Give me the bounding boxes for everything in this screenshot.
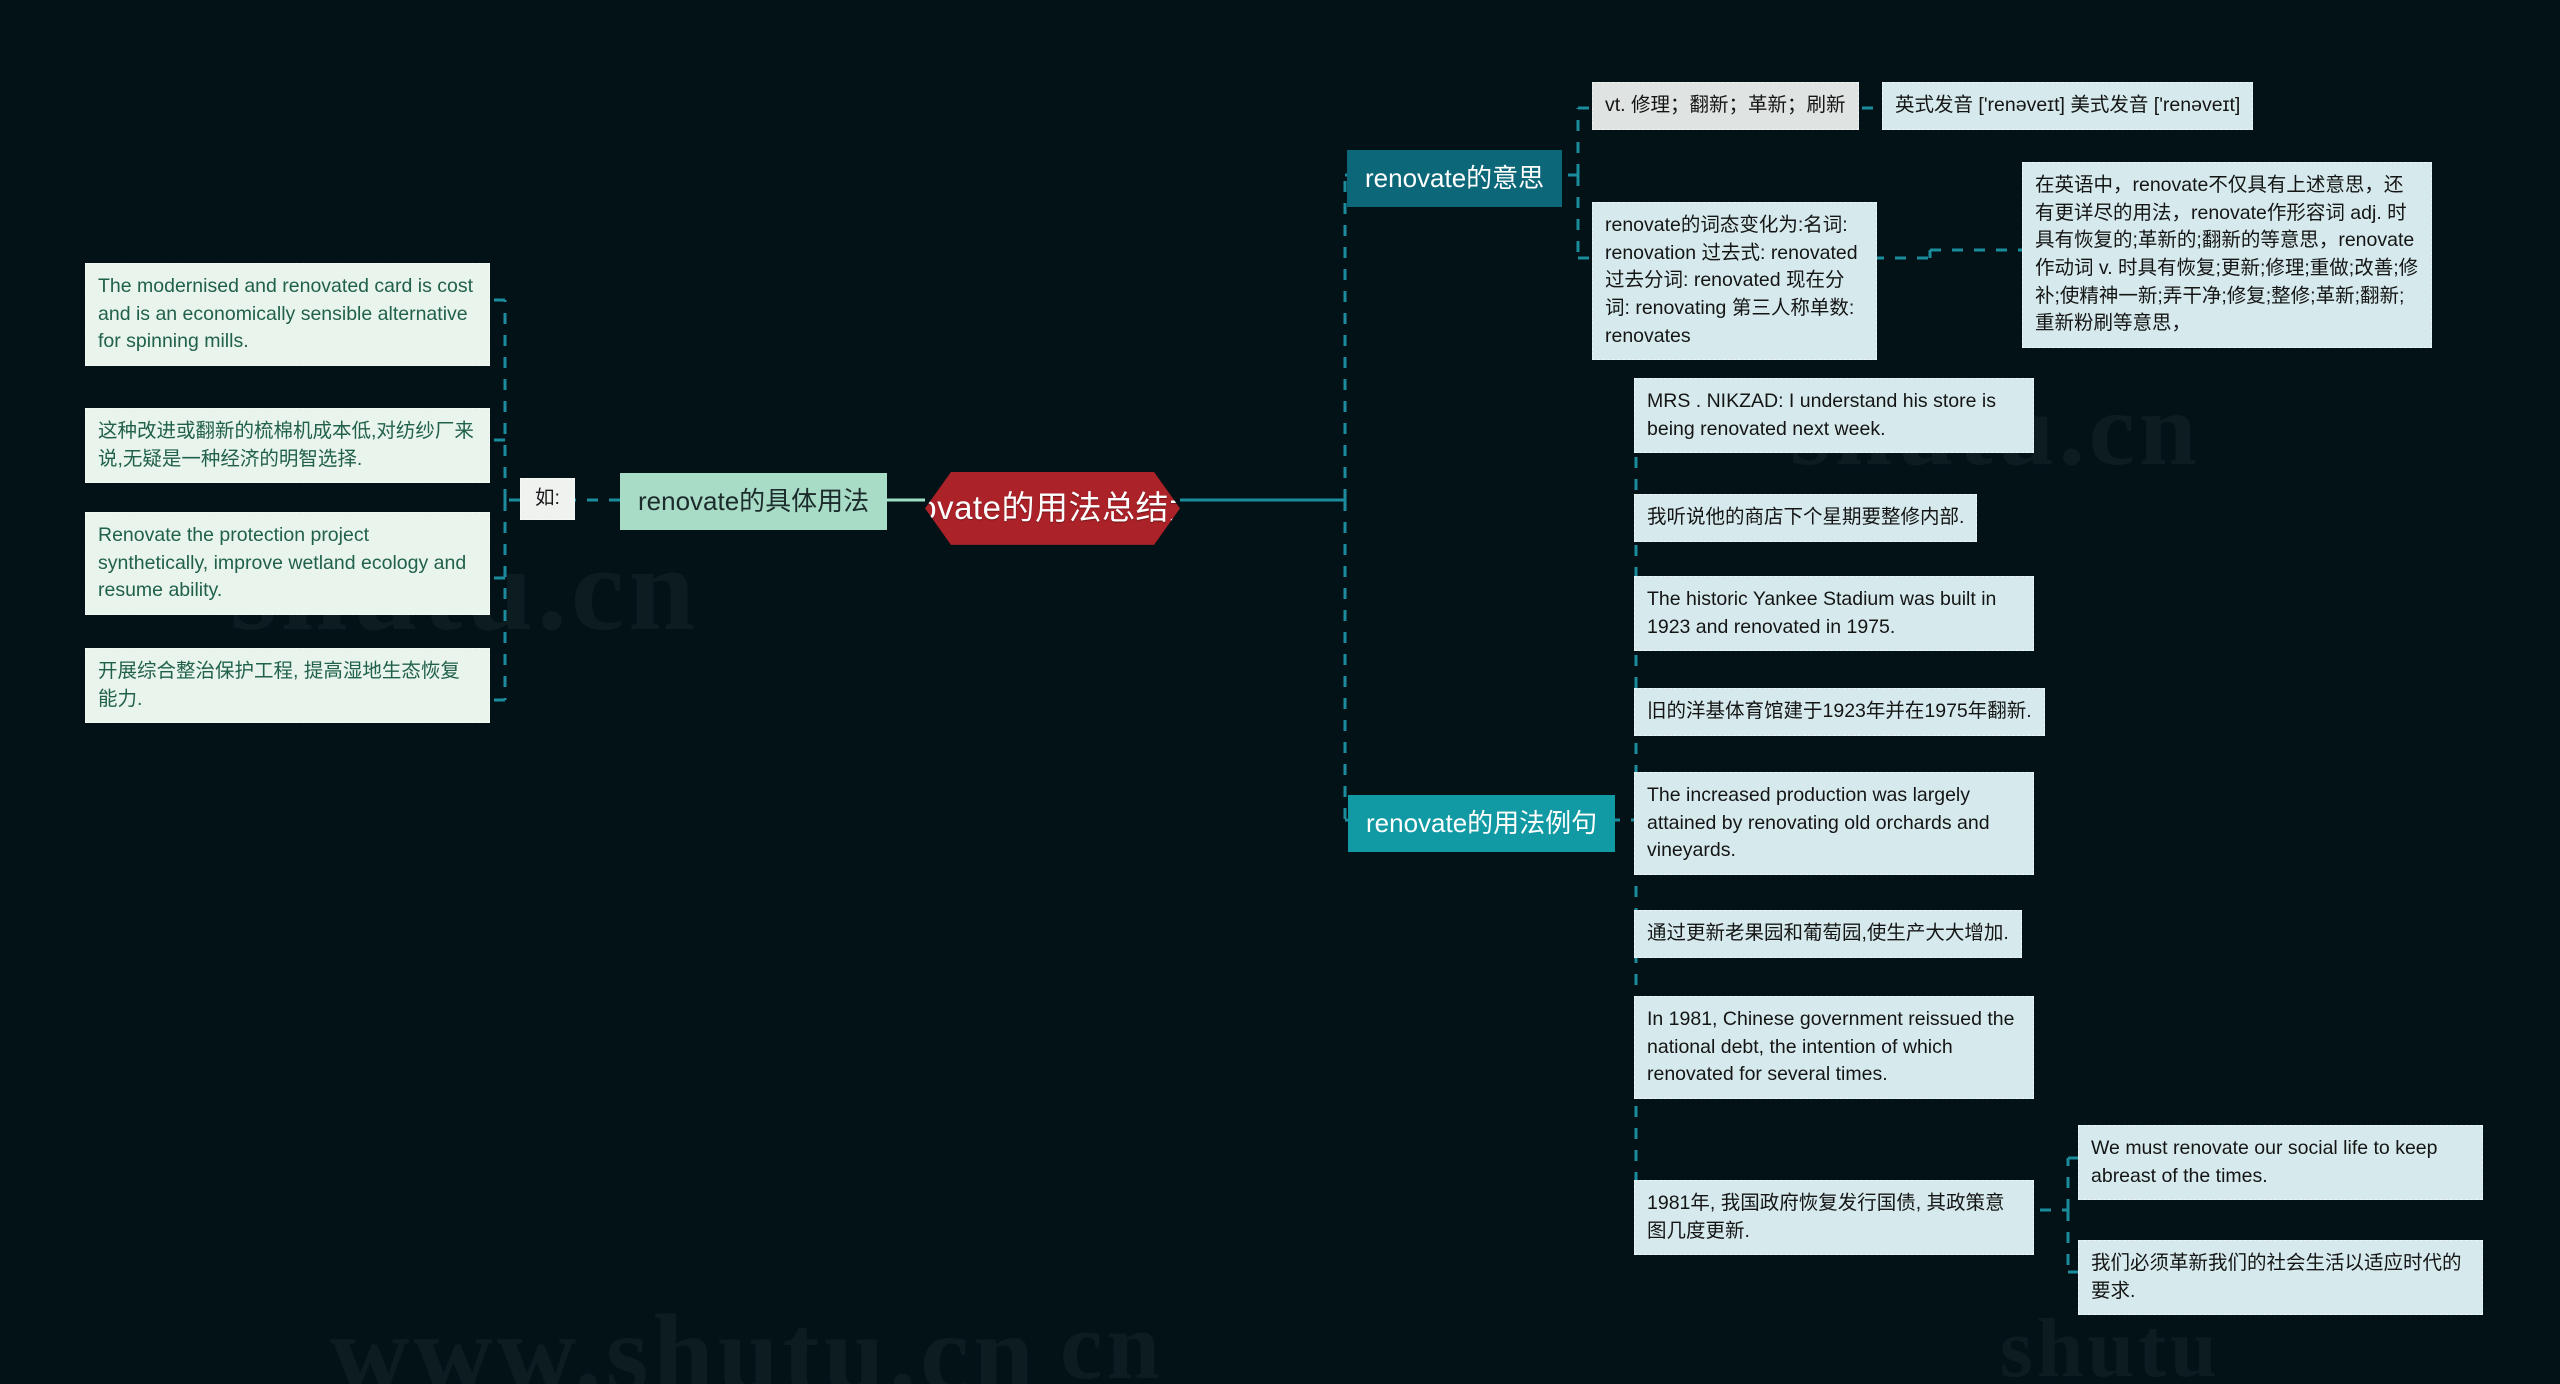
leaf-specific-example-zh-1[interactable]: 这种改进或翻新的梳棉机成本低,对纺纱厂来说,无疑是一种经济的明智选择. xyxy=(85,408,490,484)
leaf-sentence-5-zh[interactable]: 我们必须革新我们的社会生活以适应时代的要求. xyxy=(2078,1240,2483,1316)
leaf-specific-example-en-2[interactable]: Renovate the protection project syntheti… xyxy=(85,512,490,616)
leaf-sentence-4[interactable]: In 1981, Chinese government reissued the… xyxy=(1634,996,2034,1100)
leaf-detailed-usage[interactable]: 在英语中，renovate不仅具有上述意思，还有更详尽的用法，renovate作… xyxy=(2022,162,2432,349)
leaf-sentence-4-zh[interactable]: 1981年, 我国政府恢复发行国债, 其政策意图几度更新. xyxy=(1634,1180,2034,1256)
leaf-morphology[interactable]: renovate的词态变化为:名词: renovation 过去式: renov… xyxy=(1592,202,1877,361)
mindmap-canvas: shutu.cn shutu.cn www.shutu.cn shutu cn xyxy=(0,0,2560,1384)
leaf-sentence-2[interactable]: The historic Yankee Stadium was built in… xyxy=(1634,576,2034,652)
root-node[interactable]: renovate的用法总结大全 xyxy=(925,472,1180,545)
branch-specific-usage[interactable]: renovate的具体用法 xyxy=(620,473,888,530)
watermark: www.shutu.cn xyxy=(330,1290,1038,1384)
watermark: cn xyxy=(1060,1290,1164,1384)
branch-renovate-meaning[interactable]: renovate的意思 xyxy=(1347,150,1563,207)
leaf-sentence-3-zh[interactable]: 通过更新老果园和葡萄园,使生产大大增加. xyxy=(1634,910,2022,958)
leaf-sentence-5[interactable]: We must renovate our social life to keep… xyxy=(2078,1125,2483,1201)
leaf-sentence-1[interactable]: MRS . NIKZAD: I understand his store is … xyxy=(1634,378,2034,454)
leaf-sentence-2-zh[interactable]: 旧的洋基体育馆建于1923年并在1975年翻新. xyxy=(1634,688,2045,736)
leaf-pronunciation[interactable]: 英式发音 ['renəveɪt] 美式发音 ['renəveɪt] xyxy=(1882,82,2254,130)
leaf-specific-example-en-1[interactable]: The modernised and renovated card is cos… xyxy=(85,263,490,367)
connector-label-ru[interactable]: 如: xyxy=(520,478,575,520)
branch-example-sentences[interactable]: renovate的用法例句 xyxy=(1348,795,1616,852)
leaf-definition[interactable]: vt. 修理；翻新；革新；刷新 xyxy=(1592,82,1859,130)
leaf-sentence-3[interactable]: The increased production was largely att… xyxy=(1634,772,2034,876)
leaf-sentence-1-zh[interactable]: 我听说他的商店下个星期要整修内部. xyxy=(1634,494,1978,542)
leaf-specific-example-zh-2[interactable]: 开展综合整治保护工程, 提高湿地生态恢复能力. xyxy=(85,648,490,724)
